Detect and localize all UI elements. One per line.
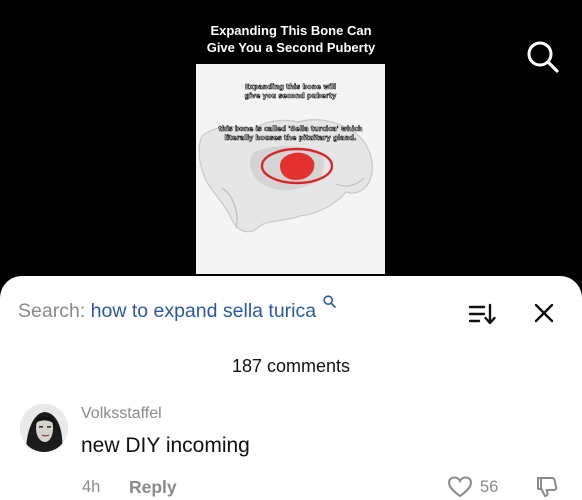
search-mini-icon[interactable] xyxy=(322,295,336,308)
like-count: 56 xyxy=(480,478,499,496)
comment-count: 187 comments xyxy=(231,356,351,376)
avatar[interactable] xyxy=(20,404,68,452)
video-title: Expanding This Bone Can Give You a Secon… xyxy=(0,22,582,56)
thumbnail-caption-2: this bone is called 'Sella turcica' whic… xyxy=(196,125,385,142)
close-icon[interactable] xyxy=(533,302,555,324)
thumbnail-caption-2-line-2: literally houses the pituitary gland. xyxy=(224,133,357,142)
comments-sheet: Search: how to expand sella turica 187 c… xyxy=(0,276,582,500)
search-icon[interactable] xyxy=(526,40,560,74)
reply-button[interactable]: Reply xyxy=(129,477,177,498)
video-title-line-1: Expanding This Bone Can xyxy=(210,23,372,38)
comment-username[interactable]: Volksstaffel xyxy=(81,405,162,423)
video-title-line-2: Give You a Second Puberty xyxy=(206,40,376,55)
dislike-icon[interactable] xyxy=(535,475,559,499)
thumbnail-caption-1-line-1: Expanding this bone will xyxy=(244,83,337,92)
comment-time: 4h xyxy=(82,478,101,496)
search-query[interactable]: how to expand sella turica xyxy=(91,300,316,322)
thumbnail-caption-2-line-1: this bone is called 'Sella turcica' whic… xyxy=(218,125,363,134)
search-label: Search: xyxy=(18,300,86,322)
thumbnail-caption-1-line-2: give you second puberty xyxy=(244,91,337,100)
video-thumbnail[interactable]: Expanding this bone will give you second… xyxy=(196,64,385,274)
sort-icon[interactable] xyxy=(468,302,496,326)
heart-icon[interactable] xyxy=(447,475,473,499)
thumbnail-caption-1: Expanding this bone will give you second… xyxy=(196,83,385,100)
comment-text: new DIY incoming xyxy=(81,434,250,457)
comment-search-bar[interactable]: Search: how to expand sella turica xyxy=(18,295,336,323)
video-player[interactable]: Expanding This Bone Can Give You a Secon… xyxy=(0,0,582,290)
avatar-image xyxy=(20,404,68,452)
